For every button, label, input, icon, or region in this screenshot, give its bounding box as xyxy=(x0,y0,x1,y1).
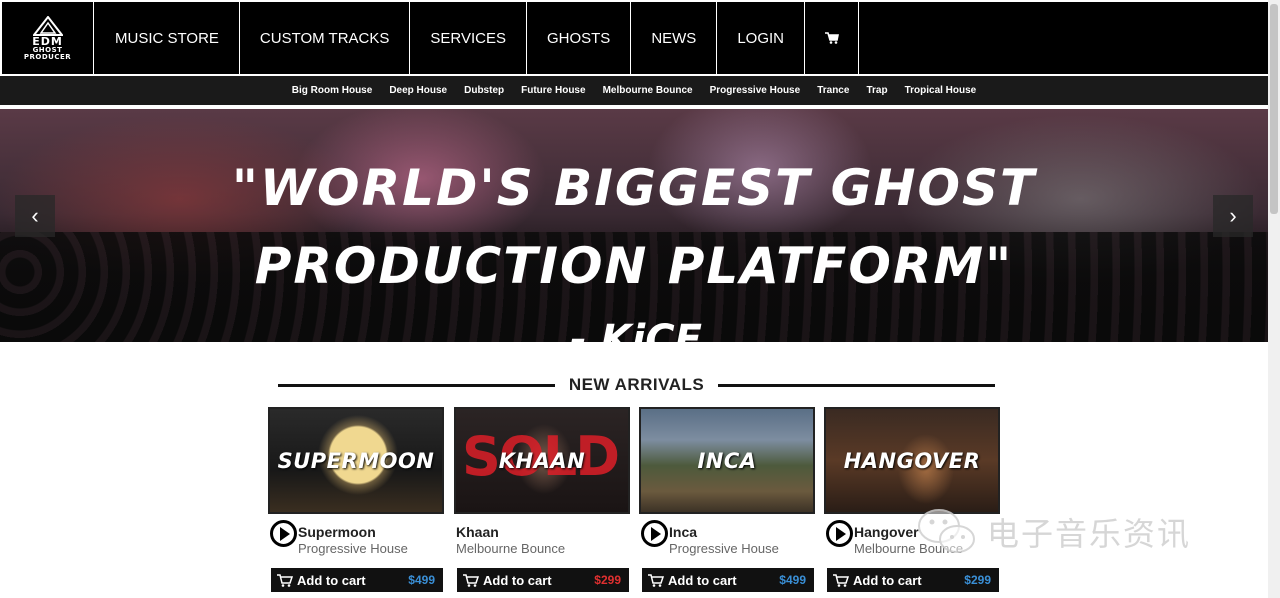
add-to-cart-label: Add to cart xyxy=(297,572,366,588)
nav-login[interactable]: LOGIN xyxy=(717,2,805,74)
thumbnail-title: SUPERMOON xyxy=(277,448,435,473)
hero-quote-line2: Production Platform" xyxy=(254,237,1014,295)
add-to-cart-label: Add to cart xyxy=(483,572,552,588)
cart-icon xyxy=(648,573,666,587)
thumbnail-title: HANGOVER xyxy=(843,448,981,473)
product-name[interactable]: Hangover xyxy=(854,524,919,540)
top-navigation: EDM GHOST PRODUCER MUSIC STORE CUSTOM TR… xyxy=(0,0,1268,74)
add-to-cart-button[interactable]: Add to cart $299 xyxy=(457,568,629,592)
genre-link-big-room-house[interactable]: Big Room House xyxy=(292,85,373,96)
product-genre: Progressive House xyxy=(298,541,408,556)
slider-next-button[interactable]: › xyxy=(1213,195,1253,237)
nav-news[interactable]: NEWS xyxy=(631,2,718,74)
genre-link-melbourne-bounce[interactable]: Melbourne Bounce xyxy=(603,85,693,96)
product-name[interactable]: Supermoon xyxy=(298,524,376,540)
logo-text-edm: EDM xyxy=(32,34,63,48)
genre-link-dubstep[interactable]: Dubstep xyxy=(464,85,504,96)
heading-divider-right xyxy=(718,383,996,387)
nav-music-store[interactable]: MUSIC STORE xyxy=(95,2,240,74)
genre-link-trap[interactable]: Trap xyxy=(866,85,887,96)
site-logo[interactable]: EDM GHOST PRODUCER xyxy=(2,2,94,74)
genre-link-progressive-house[interactable]: Progressive House xyxy=(710,85,801,96)
chevron-right-icon: › xyxy=(1229,203,1237,228)
play-icon[interactable] xyxy=(270,520,297,547)
wechat-icon xyxy=(918,509,975,553)
add-to-cart-button[interactable]: Add to cart $499 xyxy=(642,568,814,592)
product-price: $299 xyxy=(964,573,991,587)
product-price: $499 xyxy=(408,573,435,587)
cart-icon xyxy=(463,573,481,587)
add-to-cart-label: Add to cart xyxy=(668,572,737,588)
heading-divider-left xyxy=(278,383,555,387)
product-genre: Progressive House xyxy=(669,541,779,556)
genre-link-trance[interactable]: Trance xyxy=(817,85,849,96)
nav-ghosts[interactable]: GHOSTS xyxy=(527,2,632,74)
product-thumbnail[interactable]: HANGOVER xyxy=(824,407,1000,514)
product-name[interactable]: Khaan xyxy=(456,524,499,540)
play-icon[interactable] xyxy=(826,520,853,547)
cart-icon xyxy=(824,32,839,44)
genre-link-tropical-house[interactable]: Tropical House xyxy=(905,85,977,96)
product-thumbnail[interactable]: SUPERMOON xyxy=(268,407,444,514)
genre-bar: Big Room House Deep House Dubstep Future… xyxy=(0,75,1268,105)
hero-credit: - KiCE xyxy=(570,317,702,342)
hero-quote-line1: "World's Biggest Ghost xyxy=(231,159,1037,217)
product-genre: Melbourne Bounce xyxy=(456,541,566,556)
add-to-cart-button[interactable]: Add to cart $499 xyxy=(271,568,443,592)
thumbnail-title: INCA xyxy=(697,448,757,473)
logo-text-producer: PRODUCER xyxy=(23,52,72,61)
nav-custom-tracks[interactable]: CUSTOM TRACKS xyxy=(240,2,411,74)
chevron-left-icon: ‹ xyxy=(31,203,39,228)
genre-link-future-house[interactable]: Future House xyxy=(521,85,585,96)
product-name[interactable]: Inca xyxy=(669,524,697,540)
cart-icon xyxy=(833,573,851,587)
section-title: NEW ARRIVALS xyxy=(568,375,705,394)
hero-quote: "World's Biggest Ghost Production Platfo… xyxy=(0,149,1268,305)
product-thumbnail[interactable]: INCA xyxy=(639,407,815,514)
product-thumbnail[interactable]: SOLD KHAAN xyxy=(454,407,630,514)
product-card-inca: INCA Inca Progressive House Add to cart … xyxy=(639,407,815,598)
slider-prev-button[interactable]: ‹ xyxy=(15,195,55,237)
add-to-cart-label: Add to cart xyxy=(853,572,922,588)
product-card-hangover: HANGOVER Hangover Melbourne Bounce Add t… xyxy=(824,407,1000,598)
play-icon[interactable] xyxy=(641,520,668,547)
product-price: $299 xyxy=(594,573,621,587)
product-price: $499 xyxy=(779,573,806,587)
nav-cart-button[interactable] xyxy=(805,2,859,74)
logo-triangle-icon xyxy=(32,15,63,36)
nav-services[interactable]: SERVICES xyxy=(410,2,527,74)
main-nav: MUSIC STORE CUSTOM TRACKS SERVICES GHOST… xyxy=(95,2,859,74)
watermark-text: 电子音乐资讯 xyxy=(987,515,1192,553)
page-scrollbar[interactable] xyxy=(1268,0,1280,598)
genre-link-deep-house[interactable]: Deep House xyxy=(389,85,447,96)
thumbnail-title: KHAAN xyxy=(498,448,586,473)
hero-slider: "World's Biggest Ghost Production Platfo… xyxy=(0,109,1268,342)
scrollbar-thumb[interactable] xyxy=(1270,4,1278,214)
wechat-watermark: 电子音乐资讯 xyxy=(915,506,1191,558)
product-card-khaan: SOLD KHAAN Khaan Melbourne Bounce Add to… xyxy=(454,407,630,598)
product-card-supermoon: SUPERMOON Supermoon Progressive House Ad… xyxy=(268,407,444,598)
cart-icon xyxy=(277,573,295,587)
add-to-cart-button[interactable]: Add to cart $299 xyxy=(827,568,999,592)
new-arrivals-heading: NEW ARRIVALS xyxy=(278,372,996,398)
